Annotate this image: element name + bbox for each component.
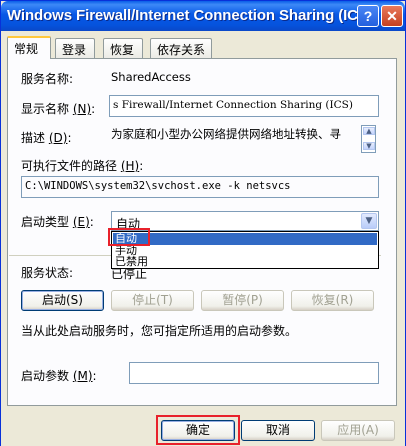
exe-path-field[interactable]: C:\WINDOWS\system32\svchost.exe -k netsv… — [21, 176, 379, 198]
tab-dependencies[interactable]: 依存关系 — [150, 38, 212, 58]
apply-button[interactable]: 应用(A) — [321, 420, 395, 441]
pause-button[interactable]: 暂停(P) — [201, 290, 284, 311]
display-name-field[interactable]: s Firewall/Internet Connection Sharing (… — [109, 95, 379, 117]
resume-button[interactable]: 恢复(R) — [291, 290, 374, 311]
service-name-value: SharedAccess — [111, 70, 191, 84]
exe-path-label: 可执行文件的路径 (H): — [21, 159, 144, 173]
close-button[interactable]: ✕ — [381, 5, 403, 27]
chevron-down-icon[interactable]: ▼ — [361, 213, 377, 229]
start-button[interactable]: 启动(S) — [21, 290, 104, 311]
cancel-button[interactable]: 取消 — [241, 420, 315, 441]
startup-type-label: 启动类型 (E): — [21, 215, 94, 229]
scroll-up-icon[interactable]: ▲ — [363, 127, 375, 135]
stop-button[interactable]: 停止(T) — [111, 290, 194, 311]
tab-recovery[interactable]: 恢复 — [103, 38, 143, 58]
scroll-down-icon[interactable]: ▼ — [363, 142, 375, 150]
description-field[interactable]: 为家庭和小型办公网络提供网络地址转换、寻 — [109, 125, 361, 155]
option-automatic[interactable]: 自动 — [113, 233, 377, 245]
help-button[interactable]: ? — [357, 5, 379, 27]
start-params-hint: 当从此处启动服务时，您可指定所适用的启动参数。 — [21, 324, 298, 338]
startup-type-select[interactable]: 自动 ▼ — [111, 211, 379, 231]
description-label: 描述 (D): — [21, 131, 72, 145]
display-name-label: 显示名称 (N): — [21, 102, 96, 116]
start-params-input[interactable] — [129, 362, 379, 384]
option-disabled[interactable]: 已禁用 — [113, 256, 377, 268]
window-title: Windows Firewall/Internet Connection Sha… — [7, 7, 373, 24]
ok-button[interactable]: 确定 — [161, 420, 235, 441]
startup-type-selected: 自动 — [116, 217, 141, 231]
service-name-label: 服务名称: — [21, 72, 74, 86]
service-properties-dialog: Windows Firewall/Internet Connection Sha… — [0, 0, 406, 446]
tab-logon[interactable]: 登录 — [55, 38, 95, 58]
startup-type-dropdown: 自动 手动 已禁用 — [111, 231, 379, 269]
service-status-label: 服务状态: — [21, 266, 74, 280]
start-params-label: 启动参数 (M): — [21, 369, 97, 383]
description-scrollbar[interactable]: ▲ ▼ — [361, 125, 376, 153]
title-bar[interactable]: Windows Firewall/Internet Connection Sha… — [1, 1, 405, 31]
tab-general[interactable]: 常规 — [7, 36, 51, 59]
